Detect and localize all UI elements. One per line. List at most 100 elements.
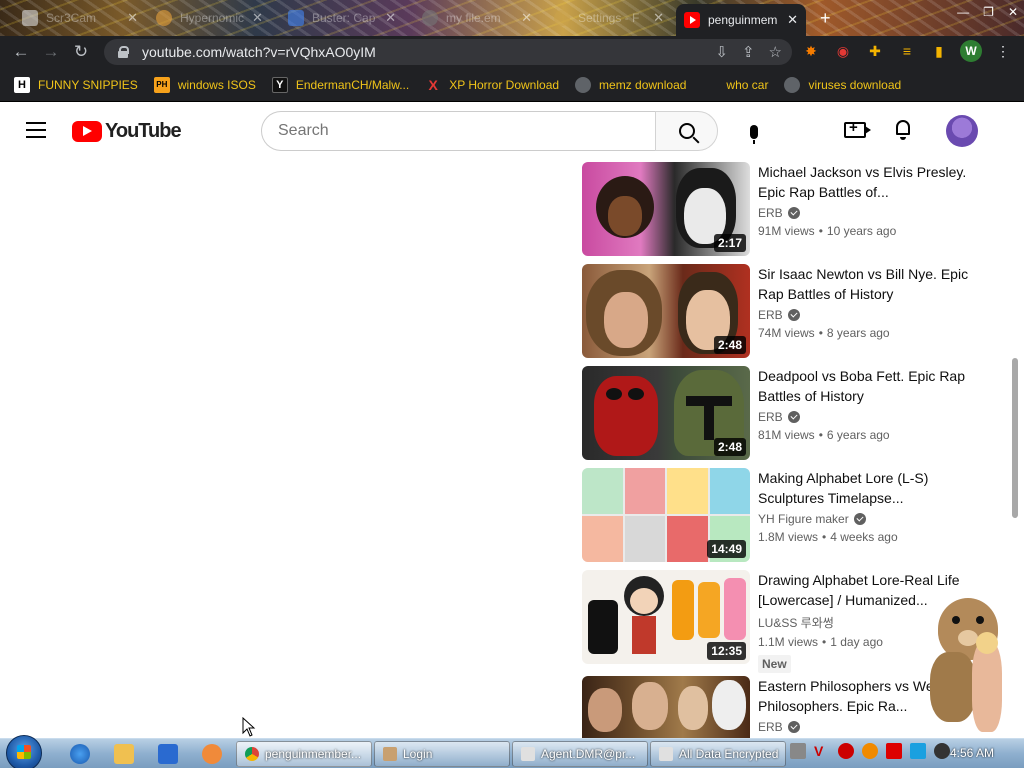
tab-settings[interactable]: Settings - F ✕ xyxy=(546,4,672,32)
new-tab-button[interactable]: + xyxy=(812,4,842,32)
tray-volume-icon[interactable] xyxy=(934,743,950,759)
close-icon[interactable]: ✕ xyxy=(127,10,138,26)
voice-search-button[interactable] xyxy=(734,112,774,152)
tray-flag-icon[interactable] xyxy=(886,743,902,759)
bookmark-windows-isos[interactable]: PH windows ISOS xyxy=(153,76,256,93)
video-title[interactable]: Deadpool vs Boba Fett. Epic Rap Battles … xyxy=(758,366,972,406)
folder-icon[interactable] xyxy=(114,744,134,764)
taskbar-item-login[interactable]: Login xyxy=(374,741,510,767)
bookmark-h-icon: H xyxy=(14,76,30,93)
profile-avatar[interactable]: W xyxy=(960,40,982,62)
search-placeholder: Search xyxy=(278,122,329,139)
bookmark-memz[interactable]: memz download xyxy=(575,76,687,93)
channel-name[interactable]: ERB xyxy=(758,720,783,734)
video-title[interactable]: Michael Jackson vs Elvis Presley. Epic R… xyxy=(758,162,972,202)
tray-v-icon[interactable]: V xyxy=(814,743,830,759)
account-avatar[interactable] xyxy=(946,115,978,147)
video-item[interactable]: 2:17 Michael Jackson vs Elvis Presley. E… xyxy=(582,162,982,256)
bookmark-label: XP Horror Download xyxy=(449,77,560,92)
search-button[interactable] xyxy=(655,111,718,151)
bookmark-xp-horror[interactable]: X XP Horror Download xyxy=(425,77,560,93)
bookmark-label: memz download xyxy=(599,77,687,92)
video-thumbnail[interactable] xyxy=(582,676,750,738)
tray-monitor-icon[interactable] xyxy=(910,743,926,759)
back-arrow-icon[interactable]: ← xyxy=(6,37,36,67)
bookmark-funny-snippies[interactable]: H FUNNY SNIPPIES xyxy=(14,76,138,93)
menu-hamburger-icon[interactable] xyxy=(26,122,46,138)
lock-icon[interactable] xyxy=(118,46,129,58)
video-duration: 2:48 xyxy=(713,336,746,354)
youtube-play-icon xyxy=(72,121,102,142)
bookmark-who-car[interactable]: who car xyxy=(726,78,768,92)
video-thumbnail[interactable]: 12:35 xyxy=(582,570,750,664)
tab-hypernomic[interactable]: Hypernomic ✕ xyxy=(148,4,270,32)
taskbar-item-agent[interactable]: Agent.DMR@pr... xyxy=(512,741,648,767)
tab-buster[interactable]: Buster: Cap ✕ xyxy=(280,4,404,32)
channel-name[interactable]: LU&SS 루와썽 xyxy=(758,614,834,631)
create-video-icon[interactable] xyxy=(844,119,871,138)
tab-scr3cam[interactable]: Scr3Cam ✕ xyxy=(14,4,146,32)
close-icon[interactable]: ✕ xyxy=(521,10,532,26)
channel-name[interactable]: ERB xyxy=(758,308,783,322)
search-input[interactable]: Search xyxy=(261,111,656,151)
tab-penguinmem[interactable]: penguinmem ✕ xyxy=(676,4,806,36)
reload-icon[interactable]: ↻ xyxy=(66,37,96,67)
youtube-logo[interactable]: YouTube xyxy=(72,120,182,143)
close-window-icon[interactable]: ✕ xyxy=(1008,5,1018,19)
view-count: 1.1M views xyxy=(758,635,819,649)
minimize-icon[interactable]: — xyxy=(957,5,969,19)
close-icon[interactable]: ✕ xyxy=(385,10,396,26)
video-thumbnail[interactable]: 2:48 xyxy=(582,366,750,460)
video-thumbnail[interactable]: 14:49 xyxy=(582,468,750,562)
side-panel-icon[interactable]: ▮ xyxy=(928,40,950,62)
media-player-icon[interactable] xyxy=(158,744,178,764)
video-title[interactable]: Making Alphabet Lore (L-S) Sculptures Ti… xyxy=(758,468,972,508)
forward-arrow-icon[interactable]: → xyxy=(36,37,66,67)
channel-name[interactable]: YH Figure maker xyxy=(758,512,849,526)
bookmark-endermanch[interactable]: Y EndermanCH/Malw... xyxy=(271,76,409,93)
tab-title: my file.em xyxy=(446,11,501,25)
address-bar[interactable]: youtube.com/watch?v=rVQhxAO0yIM ⇩ ⇪ ☆ xyxy=(104,39,792,65)
close-icon[interactable]: ✕ xyxy=(252,10,263,26)
pinned-app-icon[interactable] xyxy=(202,744,222,764)
notifications-bell-icon[interactable] xyxy=(893,120,913,142)
channel-name[interactable]: ERB xyxy=(758,410,783,424)
internet-explorer-icon[interactable] xyxy=(70,744,90,764)
video-item[interactable]: 2:48 Deadpool vs Boba Fett. Epic Rap Bat… xyxy=(582,366,982,460)
video-item[interactable]: Eastern Philosophers vs Western Philosop… xyxy=(582,676,982,738)
start-button[interactable] xyxy=(6,735,42,768)
install-app-icon[interactable]: ⇩ xyxy=(715,43,728,61)
tray-orange-icon[interactable] xyxy=(862,743,878,759)
page-scrollbar[interactable] xyxy=(1012,358,1018,518)
video-item[interactable]: 2:48 Sir Isaac Newton vs Bill Nye. Epic … xyxy=(582,264,982,358)
extension-record-icon[interactable]: ◉ xyxy=(832,40,854,62)
tab-my-file[interactable]: my file.em ✕ xyxy=(414,4,540,32)
upload-age: 1 day ago xyxy=(830,635,883,649)
tray-red-icon[interactable] xyxy=(838,743,854,759)
mouse-cursor-icon xyxy=(242,717,256,737)
bookmark-label: windows ISOS xyxy=(177,77,256,92)
windows-taskbar: penguinmember... Login Agent.DMR@pr... A… xyxy=(0,735,1024,768)
share-icon[interactable]: ⇪ xyxy=(742,43,755,61)
maximize-icon[interactable]: ❐ xyxy=(983,5,994,19)
video-thumbnail[interactable]: 2:48 xyxy=(582,264,750,358)
bookmark-viruses[interactable]: viruses download xyxy=(784,76,901,93)
video-item[interactable]: 12:35 Drawing Alphabet Lore-Real Life [L… xyxy=(582,570,982,673)
taskbar-item-encrypted[interactable]: All Data Encrypted xyxy=(650,741,786,767)
video-thumbnail[interactable]: 2:17 xyxy=(582,162,750,256)
close-icon[interactable]: ✕ xyxy=(653,10,664,26)
puzzle-icon[interactable]: ✚ xyxy=(864,40,886,62)
tray-app-icon[interactable] xyxy=(790,743,806,759)
menu-kebab-icon[interactable]: ⋮ xyxy=(992,40,1014,62)
bookmark-star-icon[interactable]: ☆ xyxy=(769,43,782,61)
new-badge: New xyxy=(758,655,791,673)
taskbar-item-chrome[interactable]: penguinmember... xyxy=(236,741,372,767)
media-control-icon[interactable]: ≡ xyxy=(896,40,918,62)
extension-sun-icon[interactable]: ✸ xyxy=(800,40,822,62)
taskbar-clock[interactable]: 4:56 AM xyxy=(950,746,994,760)
window-app-icon xyxy=(659,747,673,761)
close-icon[interactable]: ✕ xyxy=(787,12,798,28)
video-title[interactable]: Sir Isaac Newton vs Bill Nye. Epic Rap B… xyxy=(758,264,972,304)
channel-name[interactable]: ERB xyxy=(758,206,783,220)
video-item[interactable]: 14:49 Making Alphabet Lore (L-S) Sculptu… xyxy=(582,468,982,562)
